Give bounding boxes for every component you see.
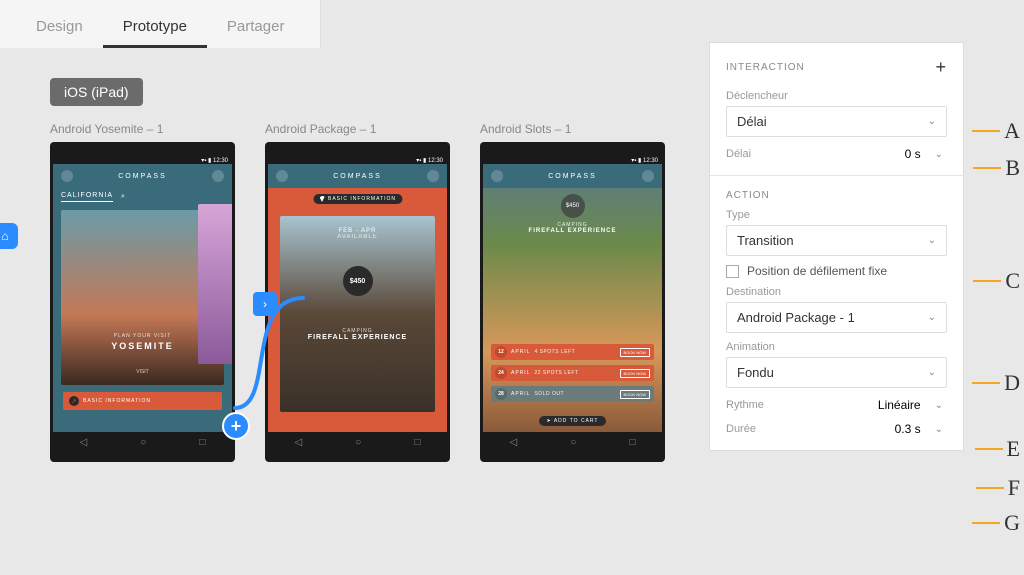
slot-row: 28 APRIL SOLD OUT BOOK NOW (491, 386, 654, 402)
connector-arrow-icon[interactable]: › (253, 292, 277, 316)
trigger-select[interactable]: Délai ⌄ (726, 106, 947, 137)
type-select[interactable]: Transition ⌄ (726, 225, 947, 256)
connector-plus-icon[interactable]: + (222, 412, 250, 440)
info-pill: BASIC INFORMATION (313, 194, 402, 204)
fixed-scroll-checkbox[interactable]: Position de défilement fixe (726, 264, 947, 278)
chevron-down-icon[interactable]: ⌄ (935, 424, 943, 435)
artboard-label: Android Yosemite – 1 (50, 122, 235, 136)
annotation-D: D (972, 370, 1020, 396)
slot-row: 24 APRIL 22 SPOTS LEFT BOOK NOW (491, 365, 654, 381)
price-badge: $450 (561, 194, 585, 218)
phone-frame: ▾▪ ▮ 12:30 COMPASS $450 CAMPING FIREFALL… (480, 142, 665, 462)
chevron-down-icon: ⌄ (928, 116, 936, 127)
main-tabs: Design Prototype Partager (0, 0, 321, 48)
info-bar: ↗ BASIC INFORMATION (63, 392, 222, 410)
destination-label: Destination (726, 286, 947, 298)
add-to-cart: ➤ ADD TO CART (539, 416, 607, 426)
annotation-B: B (973, 155, 1020, 181)
duration-value[interactable]: 0.3 s (895, 422, 921, 436)
panel-title: INTERACTION (726, 62, 805, 73)
annotation-C: C (973, 268, 1020, 294)
artboard-label: Android Package – 1 (265, 122, 450, 136)
device-badge[interactable]: iOS (iPad) (50, 78, 143, 106)
easing-label: Rythme (726, 399, 764, 411)
interaction-panel: INTERACTION + Déclencheur Délai ⌄ Délai … (709, 42, 964, 451)
annotation-G: G (972, 510, 1020, 536)
annotation-A: A (972, 118, 1020, 144)
chevron-down-icon: ⌄ (928, 367, 936, 378)
destination-select[interactable]: Android Package - 1 ⌄ (726, 302, 947, 333)
app-title: COMPASS (118, 173, 167, 180)
side-card (198, 204, 232, 364)
checkbox-icon (726, 265, 739, 278)
artboard-slots[interactable]: Android Slots – 1 ▾▪ ▮ 12:30 COMPASS $45… (480, 122, 665, 462)
chevron-down-icon[interactable]: ⌄ (935, 149, 943, 160)
chevron-down-icon: ⌄ (928, 312, 936, 323)
artboard-label: Android Slots – 1 (480, 122, 665, 136)
animation-select[interactable]: Fondu ⌄ (726, 357, 947, 388)
home-indicator-icon[interactable]: ⌂ (0, 223, 18, 249)
artboard-yosemite[interactable]: Android Yosemite – 1 ▾▪ ▮ 12:30 COMPASS … (50, 122, 235, 462)
action-header: ACTION (726, 190, 770, 201)
phone-frame: ▾▪ ▮ 12:30 COMPASS CALIFORNIA ⌕ PLAN YOU… (50, 142, 235, 462)
chevron-down-icon[interactable]: ⌄ (935, 400, 943, 411)
duration-label: Durée (726, 423, 756, 435)
add-interaction-icon[interactable]: + (935, 57, 947, 78)
tab-share[interactable]: Partager (207, 8, 305, 48)
package-card: FEB - APR AVAILABLE $450 CAMPING FIREFAL… (280, 216, 435, 412)
annotation-F: F (976, 475, 1020, 501)
type-label: Type (726, 209, 947, 221)
phone-frame: ▾▪ ▮ 12:30 COMPASS BASIC INFORMATION FEB… (265, 142, 450, 462)
annotation-E: E (975, 436, 1020, 462)
slots-list: 12 APRIL 4 SPOTS LEFT BOOK NOW 24 APRIL … (491, 344, 654, 402)
trigger-label: Déclencheur (726, 90, 947, 102)
chevron-down-icon: ⌄ (928, 235, 936, 246)
tab-design[interactable]: Design (16, 8, 103, 48)
price-badge: $450 (343, 266, 373, 296)
search-icon: ⌕ (121, 193, 126, 201)
animation-label: Animation (726, 341, 947, 353)
artboard-package[interactable]: Android Package – 1 ▾▪ ▮ 12:30 COMPASS B… (265, 122, 450, 462)
easing-value[interactable]: Linéaire (878, 398, 921, 412)
tab-prototype[interactable]: Prototype (103, 8, 207, 48)
slot-row: 12 APRIL 4 SPOTS LEFT BOOK NOW (491, 344, 654, 360)
delay-label: Délai (726, 148, 751, 160)
delay-value[interactable]: 0 s (905, 147, 921, 161)
subheader: CALIFORNIA (61, 192, 113, 202)
